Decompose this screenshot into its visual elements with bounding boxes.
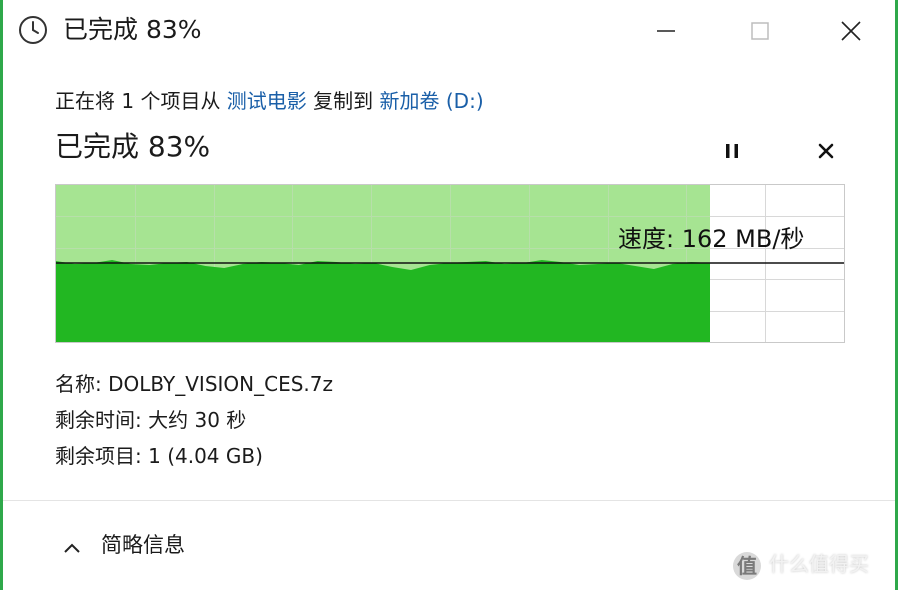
time-remaining-value: 大约 30 秒 [148, 408, 247, 432]
speed-label: 速度: 162 MB/秒 [618, 225, 805, 253]
detail-row-time: 剩余时间: 大约 30 秒 [55, 402, 333, 438]
chevron-up-icon [61, 534, 83, 554]
window-title: 已完成 83% [63, 15, 202, 44]
watermark-text: 什么值得买 [769, 552, 869, 576]
minimize-button[interactable] [644, 12, 688, 50]
maximize-button[interactable] [738, 12, 782, 50]
copy-progress-window: 已完成 83% 正在将 1 个项目从 测试电影 复制到 新加卷 (D:) 已完成… [3, 0, 895, 590]
footer-divider [3, 500, 895, 501]
speed-graph: 速度: 162 MB/秒 [55, 184, 845, 343]
time-remaining-label: 剩余时间: [55, 408, 149, 432]
name-value: DOLBY_VISION_CES.7z [108, 372, 333, 396]
fewer-details-label: 简略信息 [101, 533, 185, 557]
cancel-copy-button[interactable] [809, 134, 843, 168]
items-remaining-value: 1 (4.04 GB) [148, 444, 263, 468]
watermark-logo: 值 [733, 551, 761, 580]
close-icon [818, 143, 834, 159]
copy-description: 正在将 1 个项目从 测试电影 复制到 新加卷 (D:) [55, 86, 484, 116]
items-remaining-label: 剩余项目: [55, 444, 149, 468]
fewer-details-toggle[interactable]: 简略信息 [61, 528, 185, 562]
clock-icon [17, 14, 49, 46]
pause-icon [726, 144, 738, 158]
details-panel: 名称: DOLBY_VISION_CES.7z 剩余时间: 大约 30 秒 剩余… [55, 366, 333, 474]
speed-history-area [56, 260, 710, 342]
progress-label: 已完成 83% [55, 130, 211, 163]
pause-button[interactable] [715, 134, 749, 168]
title-bar[interactable]: 已完成 83% [3, 0, 895, 62]
close-icon [841, 21, 861, 41]
source-folder-link[interactable]: 测试电影 [227, 89, 307, 113]
minimize-icon [657, 30, 675, 32]
window-close-button[interactable] [829, 12, 873, 50]
copy-middle: 复制到 [306, 89, 380, 113]
name-label: 名称: [55, 372, 109, 396]
copy-prefix: 正在将 1 个项目从 [55, 89, 227, 113]
detail-row-name: 名称: DOLBY_VISION_CES.7z [55, 366, 333, 402]
maximize-icon [751, 22, 769, 40]
detail-row-items: 剩余项目: 1 (4.04 GB) [55, 438, 333, 474]
watermark: 值什么值得买 [733, 546, 869, 582]
destination-drive-link[interactable]: 新加卷 (D:) [380, 89, 484, 113]
